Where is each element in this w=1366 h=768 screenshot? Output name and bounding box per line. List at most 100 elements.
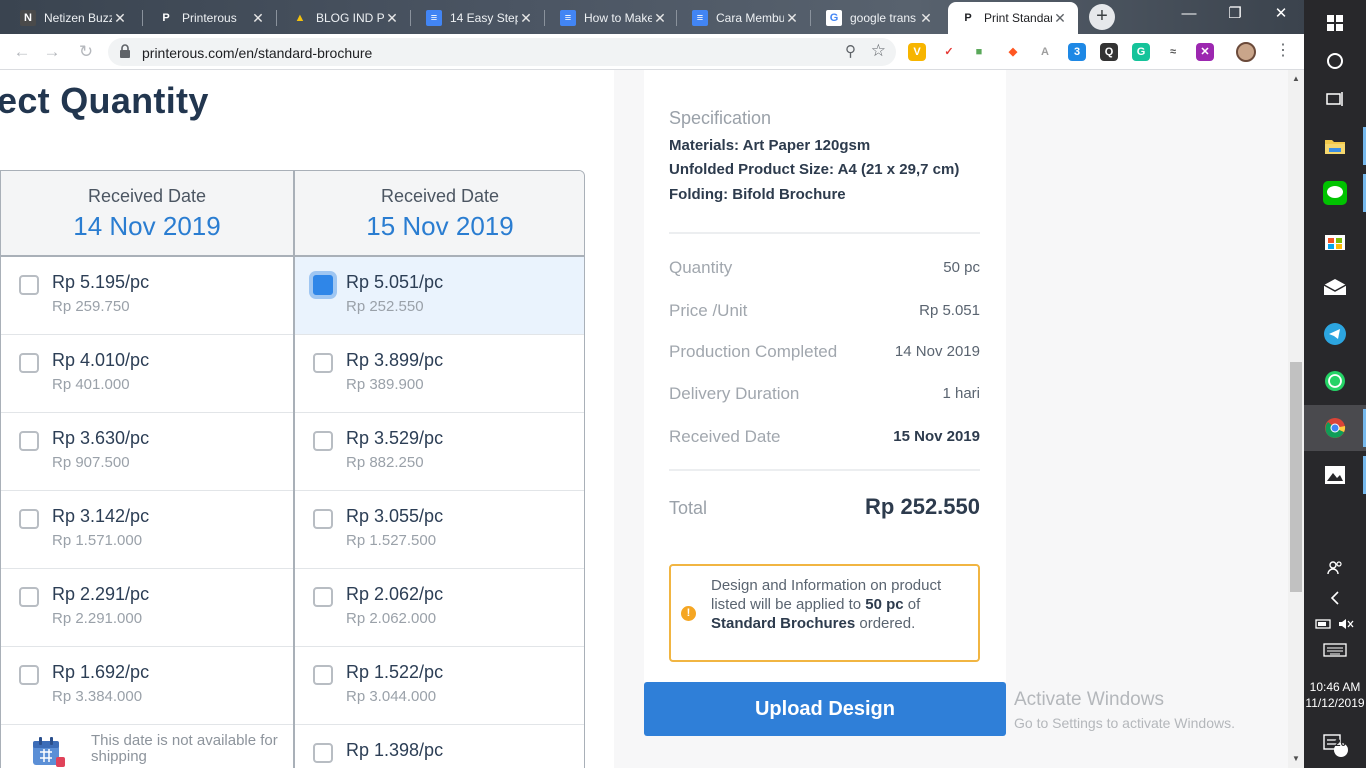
browser-tab[interactable]: ≡ How to Make ✕ <box>548 2 678 34</box>
taskbar-clock[interactable]: 10:46 AM 11/12/2019 <box>1304 679 1366 711</box>
total-price: Rp 3.384.000 <box>52 688 143 705</box>
quantity-checkbox[interactable] <box>19 353 39 373</box>
lock-icon[interactable] <box>120 44 130 58</box>
reload-button[interactable]: ↻ <box>74 40 98 64</box>
browser-tab[interactable]: ▲ BLOG IND Ps ✕ <box>280 2 410 34</box>
browser-tab[interactable]: Ggoogle trans ✕ <box>814 2 944 34</box>
extension-icon[interactable]: Q <box>1100 43 1118 61</box>
price-option-row[interactable]: Rp 3.055/pc Rp 1.527.500 <box>295 491 584 569</box>
touch-keyboard-button[interactable] <box>1304 630 1366 670</box>
new-tab-button[interactable]: + <box>1089 4 1115 30</box>
price-option-row[interactable]: Rp 3.142/pc Rp 1.571.000 <box>1 491 293 569</box>
price-rows: Rp 5.195/pc Rp 259.750 Rp 4.010/pc Rp 401.0… <box>1 257 293 725</box>
tab-close-icon[interactable]: ✕ <box>918 10 934 27</box>
unit-price: Rp 3.899/pc <box>346 350 444 370</box>
browser-tab[interactable]: N Netizen Buzz ✕ <box>8 2 138 34</box>
extension-icon[interactable]: ◆ <box>1004 43 1022 61</box>
upload-design-button[interactable]: Upload Design <box>644 682 1006 736</box>
quantity-checkbox[interactable] <box>313 743 333 763</box>
quantity-checkbox[interactable] <box>313 509 333 529</box>
scroll-down-arrow-icon[interactable]: ▼ <box>1288 752 1304 766</box>
summary-label: Delivery Duration <box>669 384 800 403</box>
store-button[interactable] <box>1304 217 1366 263</box>
extension-icon[interactable]: ≈ <box>1164 43 1182 61</box>
tab-close-icon[interactable]: ✕ <box>384 10 400 27</box>
quantity-checkbox[interactable] <box>313 587 333 607</box>
restore-button[interactable]: ❐ <box>1212 0 1258 30</box>
file-explorer-button[interactable] <box>1304 123 1366 169</box>
quantity-checkbox[interactable] <box>309 271 337 299</box>
scrollbar-thumb[interactable] <box>1290 362 1302 592</box>
scroll-up-arrow-icon[interactable]: ▲ <box>1288 72 1304 86</box>
unit-price: Rp 3.630/pc <box>52 428 150 448</box>
telegram-button[interactable] <box>1304 311 1366 357</box>
price-option-row[interactable]: Rp 5.051/pc Rp 252.550 <box>295 257 584 335</box>
chrome-button[interactable] <box>1304 405 1366 451</box>
extension-icon[interactable]: V <box>908 43 926 61</box>
quantity-checkbox[interactable] <box>313 353 333 373</box>
unit-price: Rp 3.529/pc <box>346 428 444 448</box>
extension-icon[interactable]: ■ <box>970 43 988 61</box>
tab-close-icon[interactable]: ✕ <box>784 10 800 27</box>
price-option-row[interactable]: Rp 3.899/pc Rp 389.900 <box>295 335 584 413</box>
page-scrollbar[interactable]: ▲ ▼ <box>1288 70 1304 768</box>
price-option-row[interactable]: Rp 4.010/pc Rp 401.000 <box>1 335 293 413</box>
divider <box>669 469 980 471</box>
total-price: Rp 259.750 <box>52 298 130 315</box>
divider <box>669 232 980 234</box>
price-option-row[interactable]: Rp 1.692/pc Rp 3.384.000 <box>1 647 293 725</box>
forward-button[interactable]: → <box>40 40 64 64</box>
price-option-row[interactable]: Rp 3.529/pc Rp 882.250 <box>295 413 584 491</box>
column-header-date: 15 Nov 2019 <box>366 211 514 241</box>
browser-tab[interactable]: ≡ Cara Membu ✕ <box>680 2 810 34</box>
profile-avatar[interactable] <box>1236 42 1256 62</box>
photos-button[interactable] <box>1304 452 1366 498</box>
quantity-checkbox[interactable] <box>19 587 39 607</box>
tab-close-icon[interactable]: ✕ <box>652 10 668 27</box>
action-center-button[interactable]: 20 <box>1304 722 1366 768</box>
whatsapp-button[interactable] <box>1304 358 1366 404</box>
browser-tab[interactable]: P Printerous ✕ <box>146 2 276 34</box>
quantity-checkbox[interactable] <box>19 509 39 529</box>
quantity-checkbox[interactable] <box>313 431 333 451</box>
activate-windows-subtitle: Go to Settings to activate Windows. <box>1014 715 1235 731</box>
quantity-checkbox[interactable] <box>19 431 39 451</box>
tab-separator <box>410 10 411 26</box>
chrome-menu-icon[interactable]: ⋮ <box>1275 40 1291 60</box>
line-app-button[interactable] <box>1304 170 1366 216</box>
url-text[interactable]: printerous.com/en/standard-brochure <box>142 45 372 61</box>
quantity-checkbox[interactable] <box>19 665 39 685</box>
extension-icon[interactable]: ✓ <box>940 43 958 61</box>
browser-tab[interactable]: ≡ 14 Easy Step ✕ <box>414 2 544 34</box>
tab-close-icon[interactable]: ✕ <box>250 10 266 27</box>
chevron-left-icon <box>1330 591 1339 605</box>
price-option-row[interactable]: Rp 3.630/pc Rp 907.500 <box>1 413 293 491</box>
price-option-row[interactable]: Rp 2.062/pc Rp 2.062.000 <box>295 569 584 647</box>
extension-icon[interactable]: G <box>1132 43 1150 61</box>
tab-close-icon[interactable]: ✕ <box>112 10 128 27</box>
quantity-checkbox[interactable] <box>313 665 333 685</box>
mail-button[interactable] <box>1304 264 1366 310</box>
browser-tab[interactable]: P Print Standar ✕ <box>948 2 1078 34</box>
price-option-row[interactable]: Rp 1.522/pc Rp 3.044.000 <box>295 647 584 725</box>
extension-icon[interactable]: A <box>1036 43 1054 61</box>
address-bar[interactable]: printerous.com/en/standard-brochure ⚲ ☆ <box>108 38 896 66</box>
summary-value: 1 hari <box>942 385 980 402</box>
price-option-row[interactable]: Rp 2.291/pc Rp 2.291.000 <box>1 569 293 647</box>
quantity-checkbox[interactable] <box>19 275 39 295</box>
zoom-icon[interactable]: ⚲ <box>845 42 856 60</box>
back-button[interactable]: ← <box>10 40 34 64</box>
summary-value: 14 Nov 2019 <box>894 343 980 360</box>
tab-close-icon[interactable]: ✕ <box>518 10 534 27</box>
price-option-row[interactable]: Rp 1.398/pc <box>295 725 584 768</box>
column-header-label: Received Date <box>380 186 500 206</box>
price-option-row[interactable]: Rp 5.195/pc Rp 259.750 <box>1 257 293 335</box>
extension-icon[interactable]: ✕ <box>1196 43 1214 61</box>
tab-close-icon[interactable]: ✕ <box>1052 10 1068 27</box>
close-window-button[interactable]: ✕ <box>1258 0 1304 30</box>
chrome-icon <box>1325 418 1346 438</box>
minimize-button[interactable]: — <box>1166 0 1212 30</box>
bookmark-star-icon[interactable]: ☆ <box>871 41 886 61</box>
extension-icon[interactable]: 3 <box>1068 43 1086 61</box>
task-view-button[interactable] <box>1304 76 1366 122</box>
